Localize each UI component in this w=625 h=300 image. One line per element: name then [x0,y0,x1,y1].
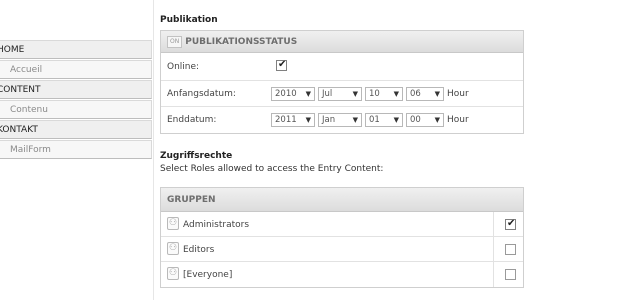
chevron-down-icon: ▼ [434,90,440,98]
select-value: 2010 [275,89,297,99]
nav-item-label: Accueil [10,65,43,75]
nav-item-mailform[interactable]: MailForm [0,140,152,159]
on-toggle-icon[interactable]: ON [167,35,183,48]
select-value: Jul [322,89,333,99]
start-month-select[interactable]: Jul ▼ [318,87,362,101]
online-checkbox[interactable] [276,59,287,71]
nav-item-label: MailForm [10,145,51,155]
end-hour-label: Hour [447,115,469,125]
column-divider [493,237,494,261]
select-value: 2011 [275,115,297,125]
end-year-select[interactable]: 2011 ▼ [271,113,315,127]
column-divider [493,262,494,287]
select-value: 00 [410,115,421,125]
start-year-select[interactable]: 2010 ▼ [271,87,315,101]
everyone-checkbox[interactable] [505,269,516,280]
end-hour-select[interactable]: 00 ▼ [406,113,444,127]
start-day-select[interactable]: 10 ▼ [365,87,403,101]
chevron-down-icon: ▼ [434,116,440,124]
role-group-icon: ⚇ [167,242,179,255]
start-hour-label: Hour [447,89,469,99]
panel-title: GRUPPEN [167,195,216,205]
end-date-selects: 2011 ▼ Jan ▼ 01 ▼ 00 ▼ Hour [271,113,469,127]
start-date-selects: 2010 ▼ Jul ▼ 10 ▼ 06 ▼ Hour [271,87,469,101]
panel-title: PUBLIKATIONSSTATUS [185,37,298,47]
select-value: 06 [410,89,421,99]
chevron-down-icon: ▼ [352,90,358,98]
nav-item-accueil[interactable]: Accueil [0,60,152,79]
chevron-down-icon: ▼ [305,90,311,98]
group-row-administrators: ⚇ Administrators [161,212,523,237]
zugriffsrechte-title: Zugriffsrechte [160,151,233,161]
nav-item-content[interactable]: CONTENT [0,80,152,99]
chevron-down-icon: ▼ [305,116,311,124]
editors-checkbox[interactable] [505,244,516,255]
chevron-down-icon: ▼ [393,116,399,124]
online-label: Online: [167,62,200,72]
nav-item-label: HOME [0,45,25,55]
publikationsstatus-panel: ONPUBLIKATIONSSTATUS Online: Anfangsdatu… [160,30,524,134]
administrators-checkbox[interactable] [505,218,516,230]
group-row-everyone: ⚇ [Everyone] [161,262,523,287]
start-date-label: Anfangsdatum: [167,89,236,99]
publikationsstatus-header: ON PUBLIKATIONSSTATUS [161,31,523,53]
select-value: 10 [369,89,380,99]
end-month-select[interactable]: Jan ▼ [318,113,362,127]
role-group-icon: ⚇ [167,217,179,230]
zugriffsrechte-description: Select Roles allowed to access the Entry… [160,164,384,174]
chevron-down-icon: ▼ [352,116,358,124]
group-label: [Everyone] [183,270,233,280]
nav-item-contenu[interactable]: Contenu [0,100,152,119]
nav-item-label: Contenu [10,105,48,115]
publikation-title: Publikation [160,15,218,25]
gruppen-panel: GRUPPEN ⚇ Administrators ⚇ Editors ⚇ [Ev… [160,187,524,288]
left-nav: HOME Accueil CONTENT Contenu KONTAKT Mai… [0,40,152,160]
select-value: 01 [369,115,380,125]
group-row-editors: ⚇ Editors [161,237,523,262]
group-label: Administrators [183,220,250,230]
start-date-row: Anfangsdatum: 2010 ▼ Jul ▼ 10 ▼ 06 ▼ Hour [161,81,523,107]
column-divider [493,212,494,236]
select-value: Jan [322,115,336,125]
role-group-icon: ⚇ [167,267,179,280]
end-day-select[interactable]: 01 ▼ [365,113,403,127]
nav-item-kontakt[interactable]: KONTAKT [0,120,152,139]
online-row: Online: [161,53,523,81]
nav-item-label: CONTENT [0,85,41,95]
nav-item-home[interactable]: HOME [0,40,152,59]
group-label: Editors [183,245,215,255]
chevron-down-icon: ▼ [393,90,399,98]
gruppen-header: GRUPPEN [161,188,523,212]
end-date-label: Enddatum: [167,115,217,125]
start-hour-select[interactable]: 06 ▼ [406,87,444,101]
end-date-row: Enddatum: 2011 ▼ Jan ▼ 01 ▼ 00 ▼ Hour [161,107,523,133]
nav-divider [153,0,154,300]
nav-item-label: KONTAKT [0,125,38,135]
